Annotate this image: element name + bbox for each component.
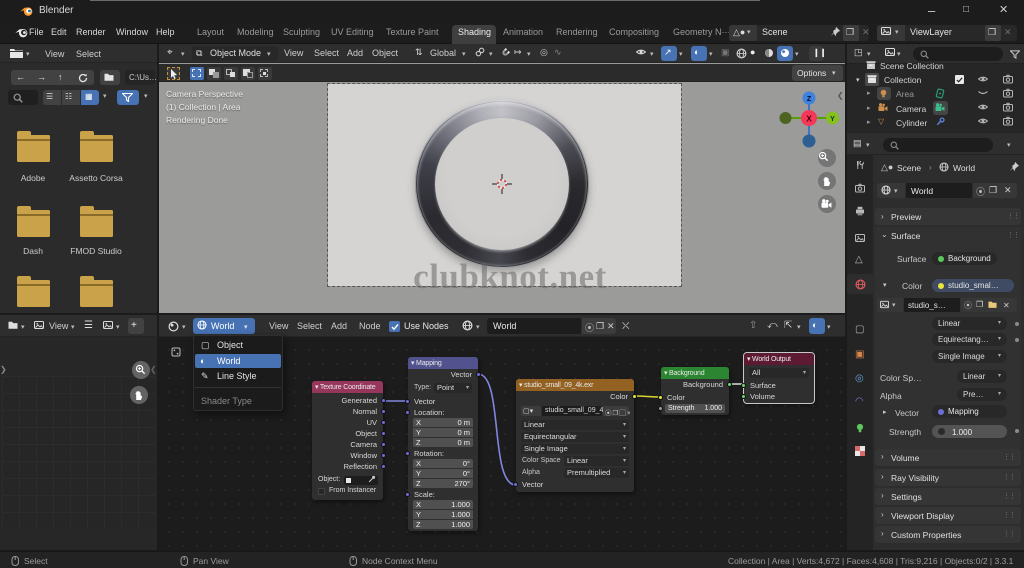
svg-text:X: X bbox=[806, 115, 812, 124]
svg-text:Y: Y bbox=[830, 116, 835, 123]
svg-text:Z: Z bbox=[807, 96, 812, 103]
